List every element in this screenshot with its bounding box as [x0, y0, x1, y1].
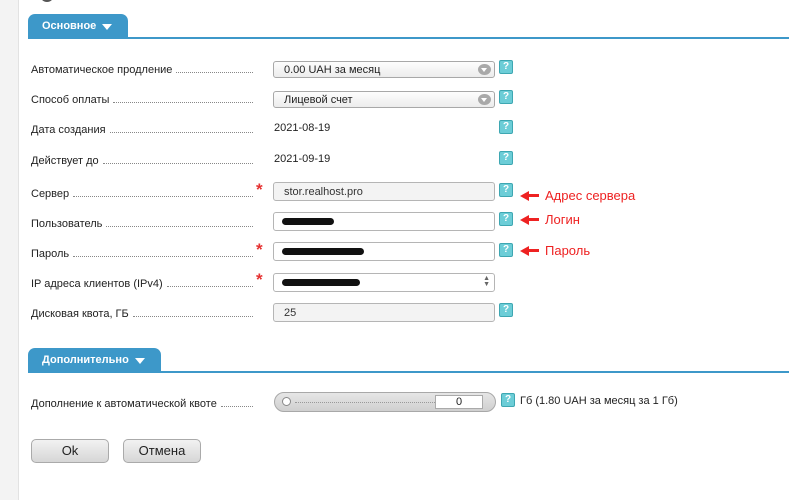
auto-renew-select[interactable]: 0.00 UAH за месяц: [273, 61, 495, 78]
left-panel-edge: [0, 0, 19, 500]
extra-quota-input[interactable]: 0: [435, 395, 483, 409]
label-text: Дополнение к автоматической квоте: [31, 398, 217, 410]
section-divider-main: [28, 37, 789, 39]
field-label-password: Пароль: [31, 246, 259, 260]
label-text: Пароль: [31, 248, 70, 260]
section-title-extra: Дополнительно: [42, 354, 129, 366]
annotation-password-text: Пароль: [545, 243, 591, 258]
created-date: 2021-08-19: [274, 122, 331, 134]
quota-value: 25: [284, 307, 297, 319]
help-icon-quota[interactable]: ?: [499, 303, 513, 317]
dropdown-arrow-icon: [478, 64, 491, 75]
field-label-user: Пользователь: [31, 216, 259, 230]
field-label-created: Дата создания: [31, 122, 259, 136]
password-field[interactable]: [273, 242, 495, 261]
stepper-icon[interactable]: ▲ ▼: [483, 275, 490, 288]
red-arrow-icon: [520, 190, 529, 201]
help-icon-payment-method[interactable]: ?: [499, 90, 513, 104]
label-text: Действует до: [31, 155, 99, 167]
annotation-user-text: Логин: [545, 212, 580, 227]
field-label-extra-quota: Дополнение к автоматической квоте: [31, 396, 259, 410]
extra-quota-slider[interactable]: 0: [274, 392, 496, 412]
field-label-auto-renew: Автоматическое продление: [31, 62, 259, 76]
help-icon-valid-until[interactable]: ?: [499, 151, 513, 165]
cancel-button[interactable]: Отмена: [123, 439, 201, 463]
top-edge-fragment: [40, 0, 54, 2]
section-title-main: Основное: [42, 20, 97, 32]
help-icon-extra-quota[interactable]: ?: [501, 393, 515, 407]
field-label-valid-until: Действует до: [31, 153, 259, 167]
annotation-server-text: Адрес сервера: [545, 188, 636, 203]
label-text: Способ оплаты: [31, 94, 110, 106]
field-label-payment-method: Способ оплаты: [31, 92, 259, 106]
help-icon-password[interactable]: ?: [499, 243, 513, 257]
field-label-ip: IP адреса клиентов (IPv4): [31, 276, 259, 290]
field-label-server: Сервер: [31, 186, 259, 200]
section-tab-extra[interactable]: Дополнительно: [28, 348, 161, 372]
label-text: Автоматическое продление: [31, 64, 173, 76]
help-icon-auto-renew[interactable]: ?: [499, 60, 513, 74]
valid-until-date: 2021-09-19: [274, 153, 331, 165]
label-text: Сервер: [31, 188, 70, 200]
annotation-server: Адрес сервера: [520, 188, 635, 203]
server-value: stor.realhost.pro: [284, 186, 363, 198]
payment-method-select[interactable]: Лицевой счет: [273, 91, 495, 108]
label-text: Пользователь: [31, 218, 103, 230]
required-marker: *: [256, 270, 263, 289]
user-field[interactable]: [273, 212, 495, 231]
quota-field: 25: [273, 303, 495, 322]
section-divider-extra: [28, 371, 789, 373]
auto-renew-value: 0.00 UAH за месяц: [284, 64, 381, 76]
annotation-user: Логин: [520, 212, 580, 227]
redacted-scribble: [282, 279, 360, 286]
help-icon-created[interactable]: ?: [499, 120, 513, 134]
slider-handle[interactable]: [282, 397, 291, 406]
dropdown-arrow-icon: [478, 94, 491, 105]
slider-track: [295, 402, 435, 403]
label-text: Дата создания: [31, 124, 106, 136]
annotation-password: Пароль: [520, 243, 590, 258]
field-label-quota: Дисковая квота, ГБ: [31, 306, 259, 320]
help-icon-server[interactable]: ?: [499, 183, 513, 197]
chevron-down-icon: [102, 24, 113, 30]
required-marker: *: [256, 240, 263, 259]
redacted-scribble: [282, 218, 334, 225]
ip-field[interactable]: ▲ ▼: [273, 273, 495, 292]
extra-quota-unit: Гб (1.80 UAH за месяц за 1 Гб): [520, 395, 678, 407]
section-tab-main[interactable]: Основное: [28, 14, 128, 38]
server-field[interactable]: stor.realhost.pro: [273, 182, 495, 201]
required-marker: *: [256, 180, 263, 199]
redacted-scribble: [282, 248, 364, 255]
payment-method-value: Лицевой счет: [284, 94, 353, 106]
label-text: IP адреса клиентов (IPv4): [31, 278, 163, 290]
chevron-down-icon: [134, 358, 145, 364]
ok-button[interactable]: Ok: [31, 439, 109, 463]
red-arrow-icon: [520, 214, 529, 225]
label-text: Дисковая квота, ГБ: [31, 308, 129, 320]
red-arrow-icon: [520, 245, 529, 256]
help-icon-user[interactable]: ?: [499, 212, 513, 226]
